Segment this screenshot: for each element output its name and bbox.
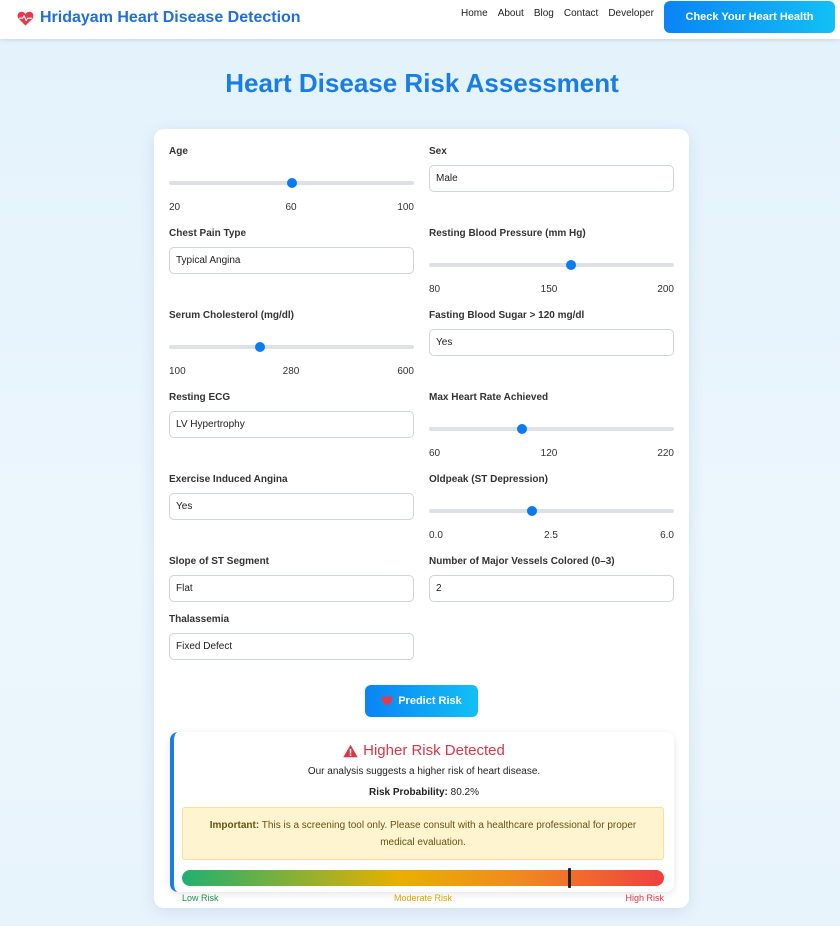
warning-triangle-icon [343,744,358,758]
chest-pain-label: Chest Pain Type [169,228,247,239]
low-risk-label: Low Risk [182,893,219,903]
slider-thumb[interactable] [254,342,265,352]
heartbeat-icon [17,10,34,27]
notice-text: This is a screening tool only. Please co… [261,820,637,848]
heart-icon [381,695,393,707]
st-slope-select[interactable]: Flat [169,575,414,602]
slider-thumb[interactable] [517,424,528,434]
vessels-label: Number of Major Vessels Colored (0–3) [429,556,615,567]
brand[interactable]: Hridayam Heart Disease Detection [17,8,301,28]
risk-probability-value: 80.2% [450,787,480,798]
sex-select[interactable]: Male [429,165,674,192]
slider-thumb[interactable] [566,260,577,270]
check-heart-health-button[interactable]: Check Your Heart Health [664,1,835,33]
predict-risk-label: Predict Risk [398,695,462,707]
nav-links: Home About Blog Contact Developer [461,8,664,19]
vessels-input[interactable]: 2 [429,575,674,602]
sex-label: Sex [429,146,447,157]
tick-min: 0.0 [429,530,443,541]
resting-bp-label: Resting Blood Pressure (mm Hg) [429,228,586,239]
risk-gauge-labels: Low Risk Moderate Risk High Risk [182,893,664,904]
nav-about-link[interactable]: About [498,8,524,19]
risk-probability-label: Risk Probability: [368,787,448,798]
age-ticks: 20 60 100 [169,202,414,214]
cholesterol-ticks: 100 280 600 [169,366,414,378]
risk-probability: Risk Probability: 80.2% [174,787,674,798]
tick-max: 220 [657,448,674,459]
tick-mid: 150 [540,284,558,295]
page-title: Heart Disease Risk Assessment [225,68,619,98]
tick-max: 200 [657,284,674,295]
slider-thumb[interactable] [286,178,297,188]
tick-mid: 120 [540,448,558,459]
max-hr-slider[interactable] [429,423,674,435]
navbar: Hridayam Heart Disease Detection Home Ab… [0,0,840,39]
resting-ecg-select[interactable]: LV Hypertrophy [169,411,414,438]
tick-max: 6.0 [660,530,674,541]
result-card: Higher Risk Detected Our analysis sugges… [170,732,674,892]
tick-min: 60 [429,448,441,459]
nav-contact-link[interactable]: Contact [564,8,598,19]
tick-min: 80 [429,284,441,295]
nav-home-link[interactable]: Home [461,8,488,19]
slider-track [169,345,414,349]
tick-max: 100 [397,202,414,213]
resting-bp-ticks: 80 150 200 [429,284,674,296]
tick-mid: 60 [285,202,297,213]
fasting-bs-select[interactable]: Yes [429,329,674,356]
moderate-risk-label: Moderate Risk [393,893,453,903]
slider-track [429,509,674,513]
max-hr-label: Max Heart Rate Achieved [429,392,549,403]
max-hr-ticks: 60 120 220 [429,448,674,460]
oldpeak-slider[interactable] [429,505,674,517]
cholesterol-label: Serum Cholesterol (mg/dl) [169,310,295,321]
slider-thumb[interactable] [526,506,537,516]
resting-ecg-label: Resting ECG [169,392,231,403]
age-label: Age [169,146,188,157]
notice-bold: Important: [209,820,260,831]
fasting-bs-label: Fasting Blood Sugar > 120 mg/dl [429,310,585,321]
tick-max: 600 [397,366,414,377]
thalassemia-select[interactable]: Fixed Defect [169,633,414,660]
tick-mid: 280 [282,366,300,377]
cholesterol-slider[interactable] [169,341,414,353]
result-subtitle: Our analysis suggests a higher risk of h… [307,766,541,777]
slider-track [429,263,674,267]
oldpeak-ticks: 0.0 2.5 6.0 [429,530,674,542]
result-title-text: Higher Risk Detected [363,742,505,759]
risk-gauge [182,868,664,888]
risk-gauge-marker [567,868,571,888]
result-title: Higher Risk Detected [174,742,674,759]
nav-developer-link[interactable]: Developer [608,8,654,19]
resting-bp-slider[interactable] [429,259,674,271]
tick-min: 100 [169,366,186,377]
slider-track [429,427,674,431]
thalassemia-label: Thalassemia [169,614,230,625]
chest-pain-select[interactable]: Typical Angina [169,247,414,274]
tick-mid: 2.5 [544,530,558,541]
predict-risk-button[interactable]: Predict Risk [365,685,478,717]
disclaimer-notice: Important: This is a screening tool only… [182,807,664,860]
tick-min: 20 [169,202,181,213]
nav-blog-link[interactable]: Blog [534,8,554,19]
st-slope-label: Slope of ST Segment [169,556,270,567]
oldpeak-label: Oldpeak (ST Depression) [429,474,548,485]
brand-title: Hridayam Heart Disease Detection [40,9,301,26]
high-risk-label: High Risk [625,893,664,903]
exercise-angina-label: Exercise Induced Angina [169,474,288,485]
age-slider[interactable] [169,177,414,189]
exercise-angina-select[interactable]: Yes [169,493,414,520]
